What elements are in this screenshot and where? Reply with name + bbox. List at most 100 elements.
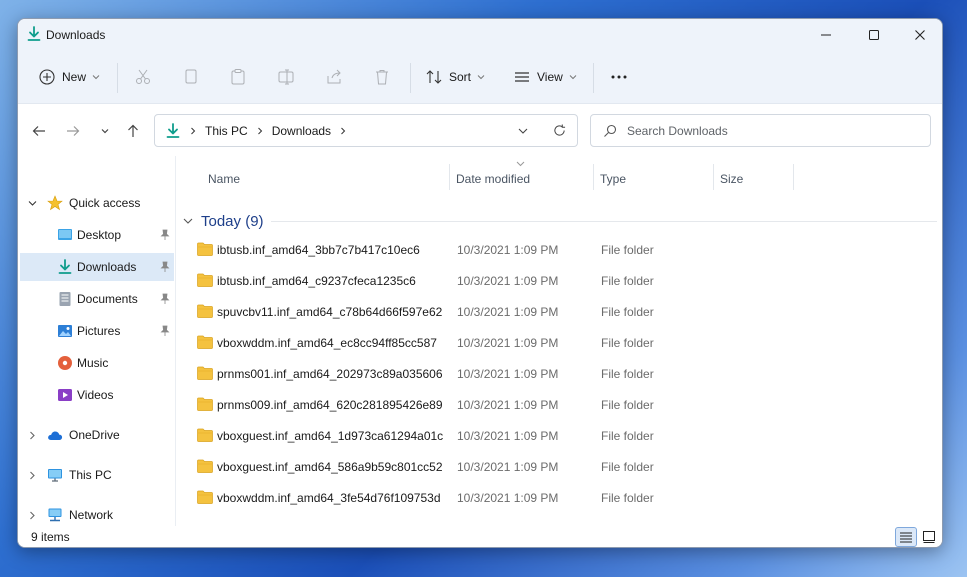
column-header-date[interactable]: Date modified [456, 164, 530, 194]
download-icon [27, 26, 41, 41]
table-row[interactable]: prnms001.inf_amd64_202973c89a035606 10/3… [179, 358, 939, 389]
search-input[interactable] [627, 123, 907, 138]
download-icon [166, 122, 180, 138]
pin-icon [160, 325, 170, 336]
view-button[interactable]: View [513, 64, 577, 90]
group-header-today[interactable]: Today (9) [183, 211, 264, 231]
sidebar-item-documents[interactable]: Documents [20, 285, 174, 313]
sidebar-item-desktop[interactable]: Desktop [20, 221, 174, 249]
file-name: ibtusb.inf_amd64_c9237cfeca1235c6 [217, 274, 416, 288]
column-header-size[interactable]: Size [720, 164, 743, 194]
file-name: vboxguest.inf_amd64_1d973ca61294a01c [217, 429, 444, 443]
folder-icon [197, 335, 213, 349]
breadcrumb-separator[interactable] [339, 124, 347, 138]
breadcrumb-separator[interactable] [189, 124, 197, 138]
chevron-right-icon [29, 471, 35, 479]
copy-button[interactable] [182, 64, 200, 90]
folder-icon [197, 366, 213, 380]
breadcrumb-separator[interactable] [256, 124, 264, 138]
table-row[interactable]: vboxwddm.inf_amd64_ec8cc94ff85cc587 10/3… [179, 327, 939, 358]
sort-button[interactable]: Sort [425, 64, 485, 90]
sidebar-item-music[interactable]: Music [20, 349, 174, 377]
delete-button[interactable] [373, 64, 391, 90]
more-options-button[interactable] [610, 64, 628, 90]
table-row[interactable]: vboxguest.inf_amd64_586a9b59c801cc52 10/… [179, 451, 939, 482]
sidebar-item-onedrive[interactable]: OneDrive [20, 421, 174, 449]
table-row[interactable]: vboxguest.inf_amd64_1d973ca61294a01c 10/… [179, 420, 939, 451]
share-button[interactable] [325, 64, 343, 90]
table-row[interactable]: ibtusb.inf_amd64_3bb7c7b417c10ec6 10/3/2… [179, 234, 939, 265]
sidebar-item-downloads[interactable]: Downloads [20, 253, 174, 281]
new-button[interactable]: New [38, 64, 100, 90]
file-name: prnms001.inf_amd64_202973c89a035606 [217, 367, 443, 381]
cut-button[interactable] [134, 64, 152, 90]
sidebar-item-label: Network [69, 508, 114, 522]
paste-button[interactable] [229, 64, 247, 90]
breadcrumb-this-pc[interactable]: This PC [205, 124, 248, 138]
sidebar-item-pictures[interactable]: Pictures [20, 317, 174, 345]
sidebar-item-videos[interactable]: Videos [20, 381, 174, 409]
column-header-name[interactable]: Name [208, 164, 240, 194]
folder-icon [197, 459, 213, 473]
address-bar[interactable]: This PC Downloads [154, 114, 578, 147]
expand-toggle[interactable] [27, 470, 37, 480]
chevron-down-icon [28, 200, 36, 206]
column-divider[interactable] [793, 164, 794, 190]
documents-icon [59, 292, 71, 306]
close-icon [915, 30, 925, 40]
file-name: vboxwddm.inf_amd64_3fe54d76f109753d [217, 491, 441, 505]
tiles-view-button[interactable] [918, 527, 940, 547]
sidebar-item-this-pc[interactable]: This PC [20, 461, 174, 489]
file-date: 10/3/2021 1:09 PM [457, 491, 559, 505]
address-history-button[interactable] [505, 125, 541, 137]
folder-icon [197, 490, 213, 504]
column-divider[interactable] [593, 164, 594, 190]
view-label: View [537, 70, 563, 84]
network-icon [48, 508, 62, 522]
plus-circle-icon [39, 69, 55, 85]
sidebar-item-quick-access[interactable]: Quick access [20, 189, 174, 217]
window-title: Downloads [46, 28, 106, 42]
expand-toggle[interactable] [27, 198, 37, 208]
column-divider[interactable] [449, 164, 450, 190]
maximize-button[interactable] [851, 19, 897, 51]
recent-locations-button[interactable] [95, 121, 115, 141]
table-row[interactable]: ibtusb.inf_amd64_c9237cfeca1235c6 10/3/2… [179, 265, 939, 296]
column-divider[interactable] [713, 164, 714, 190]
minimize-button[interactable] [803, 19, 849, 51]
file-name: vboxwddm.inf_amd64_ec8cc94ff85cc587 [217, 336, 437, 350]
back-button[interactable] [29, 121, 49, 141]
column-header-type[interactable]: Type [600, 164, 626, 194]
table-row[interactable]: spuvcbv11.inf_amd64_c78b64d66f597e62 10/… [179, 296, 939, 327]
expand-toggle[interactable] [27, 430, 37, 440]
star-icon [47, 195, 63, 211]
table-row[interactable]: vboxwddm.inf_amd64_3fe54d76f109753d 10/3… [179, 482, 939, 513]
title-bar: Downloads [18, 19, 942, 51]
file-name: vboxguest.inf_amd64_586a9b59c801cc52 [217, 460, 443, 474]
chevron-down-icon [92, 75, 100, 80]
rename-button[interactable] [277, 64, 295, 90]
breadcrumb-downloads[interactable]: Downloads [272, 124, 331, 138]
music-icon [58, 356, 72, 370]
sidebar-item-network[interactable]: Network [20, 501, 174, 529]
chevron-down-icon [518, 128, 528, 134]
search-box[interactable] [590, 114, 931, 147]
search-icon [604, 124, 617, 137]
sidebar-item-label: This PC [69, 468, 112, 482]
pin-icon [160, 261, 170, 272]
table-row[interactable]: prnms009.inf_amd64_620c281895426e89 10/3… [179, 389, 939, 420]
up-button[interactable] [123, 121, 143, 141]
refresh-button[interactable] [541, 124, 577, 137]
details-view-button[interactable] [895, 527, 917, 547]
toolbar-divider [117, 63, 118, 93]
forward-button[interactable] [63, 121, 83, 141]
trash-icon [376, 70, 388, 85]
file-date: 10/3/2021 1:09 PM [457, 398, 559, 412]
expand-toggle[interactable] [27, 510, 37, 520]
file-date: 10/3/2021 1:09 PM [457, 274, 559, 288]
chevron-down-icon [183, 218, 193, 224]
file-type: File folder [601, 429, 654, 443]
file-type: File folder [601, 305, 654, 319]
close-button[interactable] [897, 19, 942, 51]
sidebar-item-label: Documents [77, 292, 138, 306]
